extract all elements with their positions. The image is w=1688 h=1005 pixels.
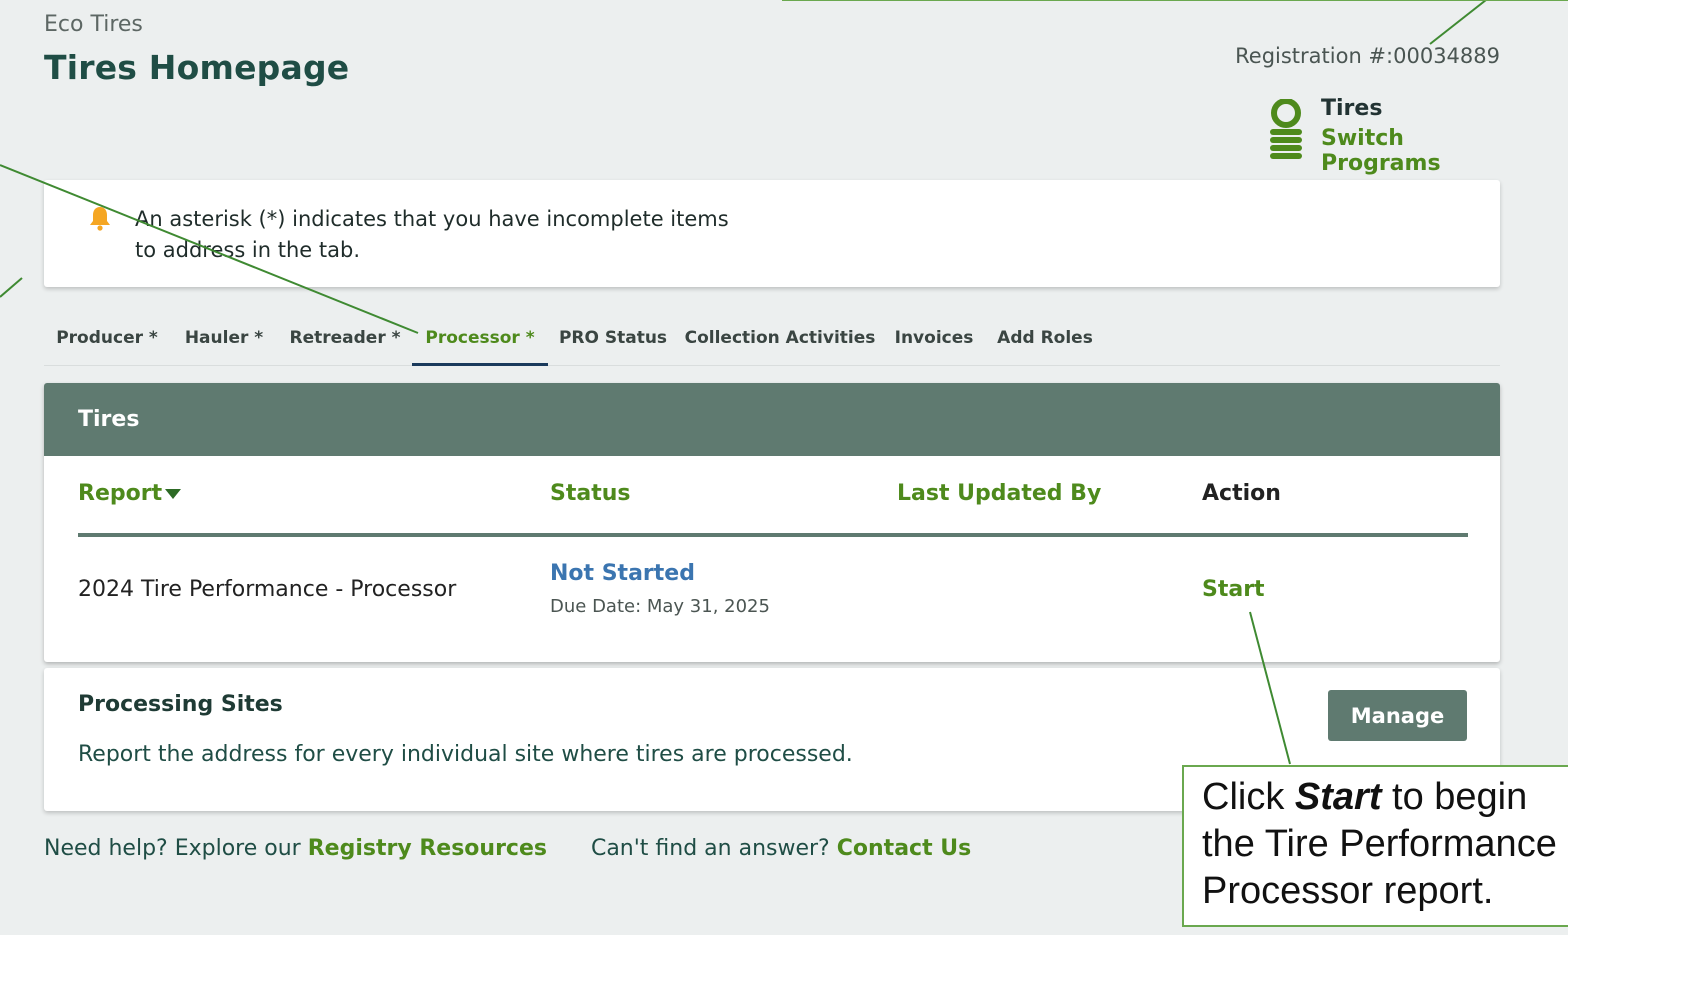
page-title: Tires Homepage xyxy=(44,48,350,87)
registry-resources-link[interactable]: Registry Resources xyxy=(308,836,547,861)
instruction-callout: Click Start to begin the Tire Performanc… xyxy=(1182,765,1568,927)
tab-add-roles[interactable]: Add Roles xyxy=(986,310,1104,366)
due-date: Due Date: May 31, 2025 xyxy=(550,596,770,617)
bell-icon xyxy=(90,207,110,231)
sites-title: Processing Sites xyxy=(78,692,283,717)
status-badge: Not Started xyxy=(550,561,695,586)
sites-description: Report the address for every individual … xyxy=(78,742,853,767)
callout-prefix: Click xyxy=(1202,776,1295,818)
column-status: Status xyxy=(550,481,631,506)
page: Eco Tires Tires Homepage Registration #:… xyxy=(0,0,1568,935)
tab-invoices[interactable]: Invoices xyxy=(882,310,986,366)
card-title: Tires xyxy=(44,383,1500,456)
help-footer: Need help? Explore our Registry Resource… xyxy=(44,836,971,861)
column-action: Action xyxy=(1202,481,1281,506)
tires-reports-card: Tires Report Status Last Updated By Acti… xyxy=(44,383,1500,662)
tab-pro-status[interactable]: PRO Status xyxy=(548,310,678,366)
registration-number: Registration #:00034889 xyxy=(1235,44,1500,68)
incomplete-notice: An asterisk (*) indicates that you have … xyxy=(44,180,1500,287)
contact-us-link[interactable]: Contact Us xyxy=(837,836,971,861)
sort-down-icon xyxy=(165,489,182,499)
help-text: Need help? Explore our xyxy=(44,836,301,861)
program-switcher: Tires Switch Programs xyxy=(1268,96,1508,176)
start-link[interactable]: Start xyxy=(1202,577,1265,602)
notice-text: An asterisk (*) indicates that you have … xyxy=(135,207,729,262)
column-report[interactable]: Report xyxy=(78,481,182,506)
tab-retreader[interactable]: Retreader * xyxy=(278,310,412,366)
report-name: 2024 Tire Performance - Processor xyxy=(78,577,457,602)
answer-text: Can't find an answer? xyxy=(590,836,830,861)
tab-collection-activities[interactable]: Collection Activities xyxy=(678,310,882,366)
column-last-updated-by: Last Updated By xyxy=(897,481,1102,506)
tire-stack-icon xyxy=(1270,99,1302,159)
callout-emphasis: Start xyxy=(1294,776,1382,818)
tab-hauler[interactable]: Hauler * xyxy=(170,310,278,366)
current-program: Tires xyxy=(1321,96,1383,121)
org-name: Eco Tires xyxy=(44,12,143,37)
column-report-label: Report xyxy=(78,481,163,506)
header-divider xyxy=(78,533,1468,537)
switch-programs-link[interactable]: Switch Programs xyxy=(1321,126,1508,176)
tab-producer[interactable]: Producer * xyxy=(44,310,170,366)
tab-processor[interactable]: Processor * xyxy=(412,310,548,366)
manage-button[interactable]: Manage xyxy=(1328,690,1467,741)
role-tabs: Producer * Hauler * Retreader * Processo… xyxy=(44,310,1500,366)
